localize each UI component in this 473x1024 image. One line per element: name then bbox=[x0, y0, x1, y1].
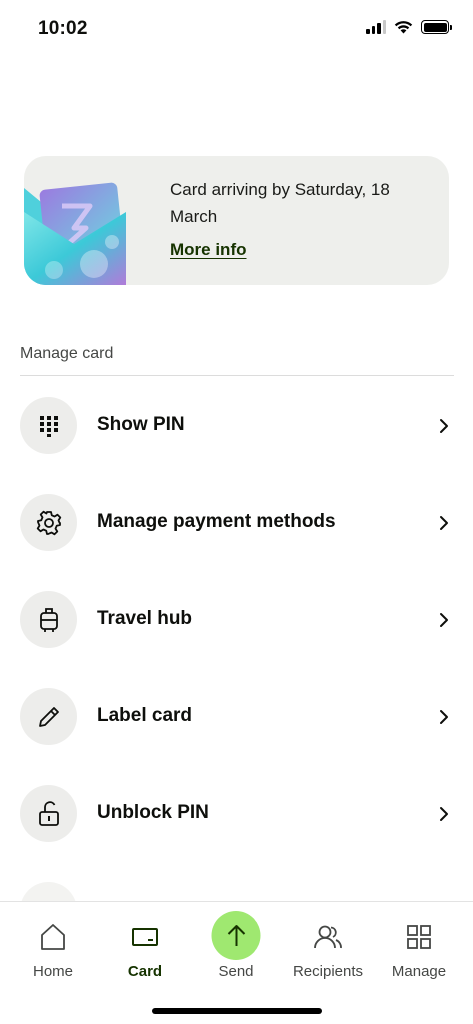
tab-label: Home bbox=[32, 963, 73, 980]
card-arriving-banner[interactable]: Card arriving by Saturday, 18 March More… bbox=[24, 156, 449, 285]
luggage-icon bbox=[20, 591, 77, 648]
tab-label: Card bbox=[127, 963, 163, 980]
home-icon bbox=[36, 920, 70, 954]
show-pin-item[interactable]: Show PIN bbox=[0, 397, 473, 477]
keypad-icon bbox=[20, 397, 77, 454]
menu-item-label: Travel hub bbox=[97, 608, 193, 629]
menu-item-label: Manage payment methods bbox=[97, 511, 336, 532]
cellular-signal-icon bbox=[366, 20, 386, 34]
tab-home[interactable]: Home bbox=[6, 902, 100, 992]
menu-item-label: Show PIN bbox=[97, 414, 185, 435]
tab-label: Recipients bbox=[292, 963, 364, 980]
chevron-right-icon bbox=[440, 516, 448, 530]
status-bar: 10:02 bbox=[0, 0, 473, 60]
chevron-right-icon bbox=[440, 419, 448, 433]
tab-send[interactable]: Send bbox=[189, 902, 283, 992]
home-indicator[interactable] bbox=[152, 1008, 322, 1014]
menu-item-label: Label card bbox=[97, 705, 193, 726]
wise-card-envelope-image bbox=[24, 182, 126, 285]
wifi-icon bbox=[394, 21, 413, 34]
unlock-icon bbox=[20, 785, 77, 842]
more-info-link[interactable]: More info bbox=[170, 240, 247, 260]
travel-hub-item[interactable]: Travel hub bbox=[0, 591, 473, 671]
tab-label: Manage bbox=[391, 963, 447, 980]
menu-item-label: Unblock PIN bbox=[97, 802, 209, 823]
pencil-icon bbox=[20, 688, 77, 745]
section-divider bbox=[20, 375, 454, 376]
chevron-right-icon bbox=[440, 710, 448, 724]
status-icons bbox=[366, 20, 452, 34]
tab-label: Send bbox=[218, 963, 254, 980]
tab-manage[interactable]: Manage bbox=[372, 902, 466, 992]
tab-card[interactable]: Card bbox=[98, 902, 192, 992]
grid-icon bbox=[402, 920, 436, 954]
send-arrow-icon bbox=[211, 911, 261, 960]
chevron-right-icon bbox=[440, 613, 448, 627]
card-arriving-text: Card arriving by Saturday, 18 March bbox=[170, 180, 390, 226]
gear-icon bbox=[20, 494, 77, 551]
tab-recipients[interactable]: Recipients bbox=[281, 902, 375, 992]
bottom-tab-bar: Home Card Send Recipients Manage bbox=[0, 901, 473, 1024]
label-card-item[interactable]: Label card bbox=[0, 688, 473, 768]
unblock-pin-item[interactable]: Unblock PIN bbox=[0, 785, 473, 865]
status-time: 10:02 bbox=[38, 18, 88, 39]
battery-icon bbox=[421, 20, 452, 34]
chevron-right-icon bbox=[440, 807, 448, 821]
card-icon bbox=[128, 920, 162, 954]
recipients-icon bbox=[311, 920, 345, 954]
manage-payment-methods-item[interactable]: Manage payment methods bbox=[0, 494, 473, 574]
manage-card-heading: Manage card bbox=[20, 345, 114, 362]
